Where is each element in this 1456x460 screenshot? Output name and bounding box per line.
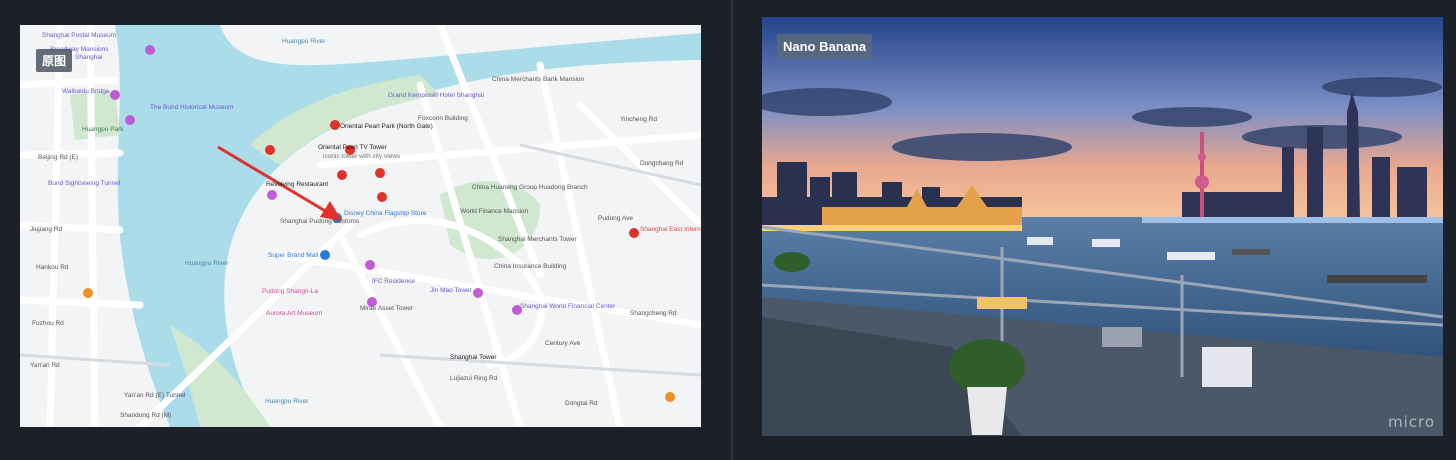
map-label: Huangpu River (185, 260, 229, 267)
small-plant (774, 252, 810, 272)
map-label: China Merchants Bank Mansion (492, 76, 585, 83)
map-panel: Shanghai Postal Museum Broadway Mansions… (20, 25, 701, 427)
map-image: Shanghai Postal Museum Broadway Mansions… (20, 25, 701, 427)
map-label: Waibaidu Bridge (62, 88, 110, 95)
map-label: The Bund Historical Museum (150, 104, 233, 111)
map-label: Foxconn Building (418, 115, 468, 122)
map-label: Pudong Shangri-La (262, 288, 318, 295)
map-label: Disney China Flagship Store (344, 210, 427, 217)
map-label: Shanghai East International Medical (640, 226, 701, 233)
map-label: Revolving Restaurant (266, 181, 328, 188)
map-label: Mirae Asset Tower (360, 305, 414, 312)
map-label: Shandong Rd (M) (120, 412, 171, 419)
map-label: Shanghai Tower (450, 354, 497, 361)
map-label: Jiujiang Rd (30, 226, 63, 233)
map-label: Century Ave (545, 340, 581, 347)
map-label: Yincheng Rd (620, 116, 657, 123)
map-label: Grand Kempinski Hotel Shanghai (388, 92, 484, 99)
map-label: China Huaneng Group Huadong Branch (472, 184, 588, 191)
panel-divider (731, 0, 733, 460)
map-label: Aurora Art Museum (266, 310, 322, 317)
map-label: Huangpu River (282, 38, 326, 45)
map-label: Lujiazui Ring Rd (450, 375, 498, 382)
map-label: Shanghai (75, 54, 102, 61)
map-label: Fuzhou Rd (32, 320, 64, 327)
map-label: Huangpu Park (82, 126, 124, 133)
original-image-badge: 原图 (36, 49, 73, 72)
map-label: Dongtai Rd (565, 400, 598, 407)
map-label: Huangpu River (265, 398, 309, 405)
map-label: Jin Mao Tower (430, 287, 473, 294)
generated-image-panel: Nano Banana micro (762, 17, 1443, 436)
map-label: Yan'an Rd (E) Tunnel (124, 392, 186, 399)
map-label: Pudong Ave (598, 215, 633, 222)
map-label: Shanghai World Financial Center (520, 303, 616, 310)
generated-city-photo (762, 17, 1443, 436)
map-label: World Finance Mansion (460, 208, 529, 215)
map-label: Bund Sightseeing Tunnel (48, 180, 121, 187)
map-label: Beijing Rd (E) (38, 154, 78, 161)
map-label: Shanghai Postal Museum (42, 32, 116, 39)
map-label: Dongchang Rd (640, 160, 684, 167)
map-label: China Insurance Building (494, 263, 567, 270)
map-label: Oriental Pearl Park (North Gate) (340, 123, 433, 130)
map-label: Hankou Rd (36, 264, 69, 271)
map-label: IFC Residence (372, 278, 415, 285)
model-name-badge: Nano Banana (777, 34, 873, 59)
watermark: micro (1387, 413, 1435, 431)
map-label: Oriental Pearl TV Tower (318, 144, 388, 151)
map-label: Shangcheng Rd (630, 310, 677, 317)
map-label: Shanghai Pudong Customs (280, 218, 360, 225)
map-label: Super Brand Mall (268, 252, 319, 259)
map-label: Yan'an Rd (30, 362, 60, 369)
map-label: iconic tower with city views (323, 153, 401, 160)
map-label: Shanghai Merchants Tower (498, 236, 577, 243)
